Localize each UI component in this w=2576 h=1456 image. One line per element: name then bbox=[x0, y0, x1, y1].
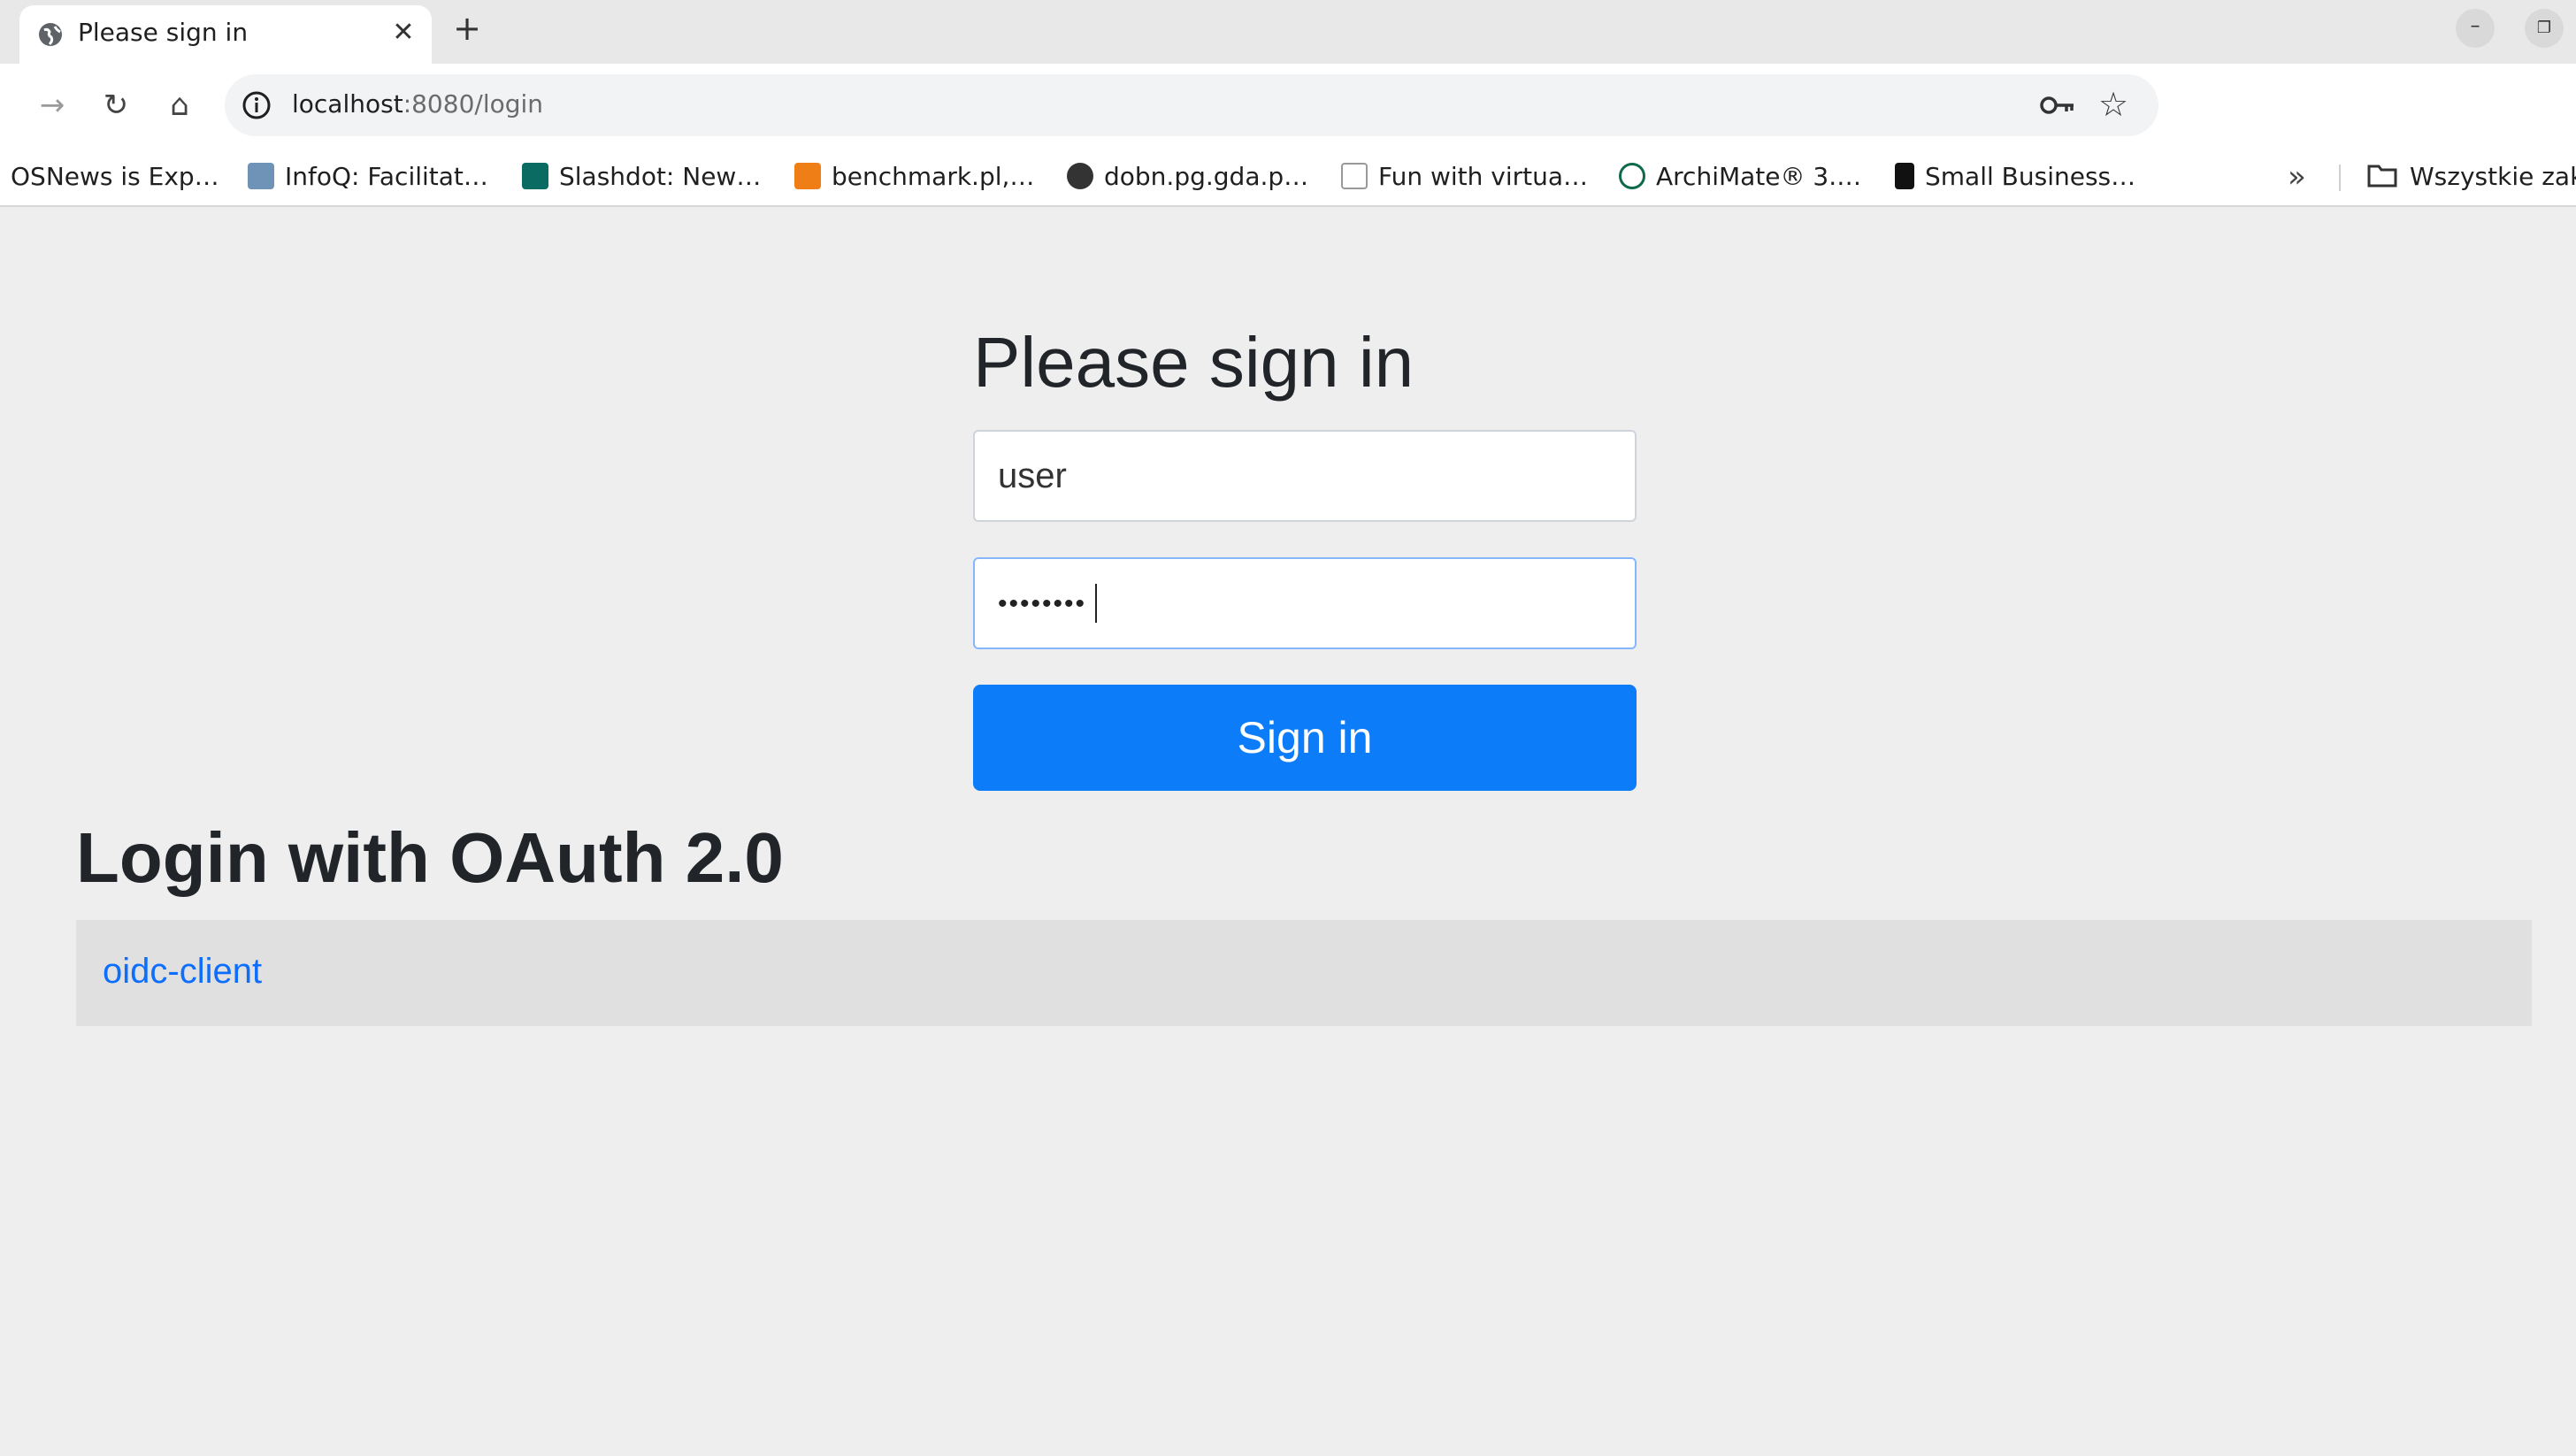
bookmark-item[interactable]: dobn.pg.gda.p… bbox=[1067, 159, 1308, 195]
tab-title: Please sign in bbox=[78, 18, 249, 47]
forward-icon[interactable]: → bbox=[30, 83, 74, 127]
oauth-client-link[interactable]: oidc-client bbox=[103, 952, 262, 992]
bookmark-label: benchmark.pl,… bbox=[832, 162, 1035, 191]
vf-icon bbox=[1341, 163, 1368, 189]
url-text[interactable]: localhost:8080/login bbox=[292, 89, 543, 119]
bookmark-label: InfoQ: Facilitat… bbox=[285, 162, 488, 191]
browser-tab[interactable]: Please sign in ✕ bbox=[19, 5, 432, 64]
url-path: :8080/login bbox=[402, 89, 544, 119]
username-input[interactable]: user bbox=[973, 430, 1637, 522]
new-tab-icon[interactable]: + bbox=[449, 11, 485, 46]
reload-icon[interactable]: ↻ bbox=[94, 83, 138, 127]
bookmark-item[interactable]: Small Business… bbox=[1895, 159, 2135, 195]
address-bar[interactable]: localhost:8080/login ☆ bbox=[225, 74, 2158, 136]
home-icon[interactable]: ⌂ bbox=[157, 83, 202, 127]
page-title: Please sign in bbox=[973, 323, 1414, 402]
globe-icon bbox=[1067, 163, 1093, 189]
text-caret bbox=[1095, 584, 1097, 623]
bookmark-label: dobn.pg.gda.p… bbox=[1104, 162, 1309, 191]
folder-icon bbox=[2367, 165, 2397, 188]
archimate-icon bbox=[1619, 163, 1645, 189]
browser-toolbar: → ↻ ⌂ localhost:8080/login ☆ bbox=[0, 64, 2576, 186]
all-bookmarks-folder[interactable]: Wszystkie zak bbox=[2367, 159, 2576, 195]
bookmark-label: Slashdot: New… bbox=[559, 162, 762, 191]
more-bookmarks-icon[interactable]: » bbox=[2288, 159, 2306, 195]
minimize-window-button[interactable]: – bbox=[2456, 9, 2495, 48]
bookmark-item[interactable]: InfoQ: Facilitat… bbox=[248, 159, 488, 195]
page-content: Please sign in user •••••••• Sign in Log… bbox=[0, 207, 2576, 1456]
site-info-icon[interactable] bbox=[241, 89, 272, 121]
bookmarks-bar: OSNews is Exp… InfoQ: Facilitat… Slashdo… bbox=[0, 147, 2576, 207]
globe-icon bbox=[39, 23, 62, 46]
password-input[interactable]: •••••••• bbox=[973, 557, 1637, 649]
password-dots: •••••••• bbox=[998, 589, 1087, 618]
benchmark-icon bbox=[794, 163, 821, 189]
bookmark-item[interactable]: benchmark.pl,… bbox=[794, 159, 1034, 195]
oauth-heading: Login with OAuth 2.0 bbox=[76, 818, 784, 897]
infoq-icon bbox=[248, 163, 274, 189]
bookmarks-divider bbox=[2339, 165, 2341, 191]
bookmark-item[interactable]: ArchiMate® 3.… bbox=[1619, 159, 1861, 195]
close-tab-icon[interactable]: ✕ bbox=[387, 17, 419, 49]
password-key-icon[interactable] bbox=[2038, 89, 2079, 121]
slashdot-icon bbox=[522, 163, 548, 189]
restore-window-button[interactable]: ❐ bbox=[2525, 9, 2564, 48]
bookmark-label: Fun with virtua… bbox=[1378, 162, 1589, 191]
tab-strip: Please sign in ✕ + – ❐ bbox=[0, 0, 2576, 64]
url-host: localhost bbox=[292, 89, 403, 119]
bookmark-star-icon[interactable]: ☆ bbox=[2098, 85, 2128, 124]
all-bookmarks-label: Wszystkie zak bbox=[2410, 162, 2576, 191]
bookmark-item[interactable]: Slashdot: New… bbox=[522, 159, 761, 195]
bookmark-item[interactable]: OSNews is Exp… bbox=[11, 159, 219, 195]
oauth-clients-table: oidc-client bbox=[76, 920, 2532, 1026]
sign-in-button[interactable]: Sign in bbox=[973, 685, 1637, 791]
i-icon bbox=[1895, 163, 1914, 189]
bookmark-label: ArchiMate® 3.… bbox=[1656, 162, 1862, 191]
bookmark-label: Small Business… bbox=[1925, 162, 2136, 191]
bookmark-item[interactable]: Fun with virtua… bbox=[1341, 159, 1588, 195]
bookmark-label: OSNews is Exp… bbox=[11, 162, 219, 191]
